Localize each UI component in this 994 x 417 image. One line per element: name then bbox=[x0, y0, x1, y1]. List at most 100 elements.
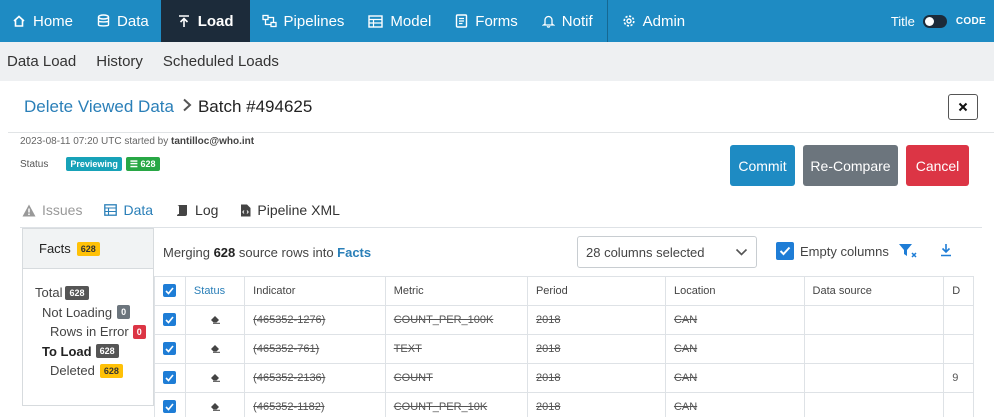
row-status-cell bbox=[184, 392, 246, 417]
columns-select-value: 28 columns selected bbox=[586, 244, 705, 260]
merge-count: 628 bbox=[213, 245, 236, 260]
list-icon: ☰ bbox=[129, 159, 138, 169]
title-toggle-label: Title bbox=[890, 13, 915, 29]
batch-meta: 2023-08-11 07:20 UTC started by tantillo… bbox=[20, 136, 254, 147]
forms-icon bbox=[455, 14, 468, 28]
row-checkbox[interactable] bbox=[163, 371, 176, 385]
code-file-icon bbox=[240, 204, 251, 217]
warning-icon bbox=[22, 204, 36, 217]
tab-data[interactable]: Data bbox=[104, 193, 153, 227]
nav-load[interactable]: Load bbox=[160, 0, 250, 42]
facts-not-loading-label: Not Loading bbox=[42, 304, 113, 320]
nav-right: Title CODE bbox=[891, 0, 994, 42]
scroll-icon bbox=[175, 204, 189, 217]
row-checkbox[interactable] bbox=[163, 342, 176, 356]
tab-issues[interactable]: Issues bbox=[22, 193, 82, 227]
nav-model-label: Model bbox=[390, 12, 432, 30]
nav-separator bbox=[606, 0, 608, 42]
table-row: (465352-1182) COUNT_PER_10K 2018 CAN bbox=[154, 392, 974, 417]
select-all-checkbox[interactable] bbox=[163, 284, 176, 298]
cell-period: 2018 bbox=[526, 334, 666, 364]
subnav-data-load[interactable]: Data Load bbox=[7, 53, 76, 70]
facts-rows-in-error-label: Rows in Error bbox=[50, 324, 129, 339]
clear-filter-icon[interactable] bbox=[898, 243, 918, 262]
empty-columns-toggle[interactable]: Empty columns bbox=[776, 242, 889, 260]
column-header-status[interactable]: Status bbox=[184, 276, 246, 306]
breadcrumb-parent-link[interactable]: Delete Viewed Data bbox=[24, 97, 174, 117]
commit-button[interactable]: Commit bbox=[730, 145, 795, 186]
eraser-icon bbox=[210, 373, 221, 385]
facts-summary: Total 628 Not Loading 0 Rows in Error 0 To … bbox=[23, 269, 153, 381]
facts-title: Facts bbox=[39, 241, 71, 256]
nav-load-label: Load bbox=[197, 12, 234, 30]
merge-summary: Merging 628 source rows into Facts bbox=[163, 245, 371, 260]
cell-location: CAN bbox=[664, 363, 805, 393]
tab-data-label: Data bbox=[123, 202, 154, 218]
eraser-icon bbox=[210, 315, 221, 327]
tab-log[interactable]: Log bbox=[175, 193, 218, 227]
table-row: (465352-2136) COUNT 2018 CAN 9 bbox=[154, 363, 974, 393]
cell-indicator: (465352-1276) bbox=[244, 305, 386, 335]
nav-data-label: Data bbox=[117, 12, 149, 30]
top-navbar: Home Data Load Pipelines Model Forms Not… bbox=[0, 0, 994, 42]
status-label: Status bbox=[20, 158, 49, 170]
cell-data-source bbox=[803, 363, 945, 393]
cell-metric: COUNT_PER_10K bbox=[384, 392, 528, 417]
cell-metric: TEXT bbox=[384, 334, 528, 364]
table-row: (465352-761) TEXT 2018 CAN bbox=[154, 334, 974, 364]
nav-notif[interactable]: Notif bbox=[530, 0, 605, 42]
select-all-cell bbox=[154, 276, 186, 306]
column-header-location[interactable]: Location bbox=[664, 276, 805, 306]
cell-d: 9 bbox=[943, 363, 974, 393]
column-header-d[interactable]: D bbox=[943, 276, 974, 306]
facts-count-badge: 628 bbox=[76, 241, 100, 256]
batch-started-text: 2023-08-11 07:20 UTC started by bbox=[20, 136, 172, 147]
eraser-icon bbox=[210, 402, 221, 414]
nav-model[interactable]: Model bbox=[356, 0, 443, 42]
facts-rows-in-error-badge: 0 bbox=[132, 324, 146, 339]
facts-to-load: To Load 628 bbox=[35, 342, 153, 362]
row-checkbox[interactable] bbox=[163, 400, 176, 414]
row-select-cell bbox=[154, 363, 186, 393]
nav-forms-label: Forms bbox=[475, 12, 518, 30]
nav-pipelines-label: Pipelines bbox=[283, 12, 345, 30]
column-header-metric[interactable]: Metric bbox=[384, 276, 528, 306]
subnav-scheduled-loads[interactable]: Scheduled Loads bbox=[163, 53, 279, 70]
header-divider bbox=[8, 132, 994, 133]
facts-not-loading-badge: 0 bbox=[117, 305, 131, 320]
nav-pipelines[interactable]: Pipelines bbox=[250, 0, 357, 42]
row-checkbox[interactable] bbox=[163, 313, 176, 327]
nav-forms[interactable]: Forms bbox=[443, 0, 530, 42]
cancel-button[interactable]: Cancel bbox=[906, 145, 969, 186]
tab-pipeline-xml[interactable]: Pipeline XML bbox=[240, 193, 340, 227]
empty-columns-label: Empty columns bbox=[800, 243, 889, 259]
column-header-period[interactable]: Period bbox=[526, 276, 666, 306]
cell-location: CAN bbox=[664, 305, 805, 335]
facts-deleted-label: Deleted bbox=[50, 363, 95, 378]
subnav-history[interactable]: History bbox=[96, 53, 143, 70]
cell-period: 2018 bbox=[526, 392, 666, 417]
column-header-indicator[interactable]: Indicator bbox=[244, 276, 386, 306]
facts-total-badge: 628 bbox=[65, 285, 89, 300]
table-icon bbox=[104, 204, 118, 216]
recompare-button[interactable]: Re-Compare bbox=[803, 145, 898, 186]
columns-select[interactable]: 28 columns selected bbox=[577, 236, 757, 268]
close-button[interactable] bbox=[948, 94, 978, 120]
title-code-toggle[interactable] bbox=[922, 14, 947, 28]
download-icon[interactable] bbox=[940, 243, 952, 260]
tab-log-label: Log bbox=[195, 202, 219, 218]
merge-middle: source rows into bbox=[235, 245, 338, 260]
empty-columns-checkbox[interactable] bbox=[776, 242, 794, 260]
pipelines-icon bbox=[261, 14, 277, 28]
facts-panel: Facts 628 Total 628 Not Loading 0 Rows in … bbox=[22, 228, 154, 406]
nav-data[interactable]: Data bbox=[85, 0, 161, 42]
nav-admin[interactable]: Admin bbox=[610, 0, 698, 42]
cell-d bbox=[943, 334, 974, 364]
nav-home[interactable]: Home bbox=[0, 0, 85, 42]
column-header-data-source[interactable]: Data source bbox=[803, 276, 945, 306]
table-toolbar: Merging 628 source rows into Facts 28 co… bbox=[154, 228, 974, 276]
facts-total-label: Total bbox=[35, 285, 63, 300]
facts-header[interactable]: Facts 628 bbox=[23, 229, 153, 269]
cell-d bbox=[943, 305, 974, 335]
merge-target-link[interactable]: Facts bbox=[337, 245, 371, 260]
